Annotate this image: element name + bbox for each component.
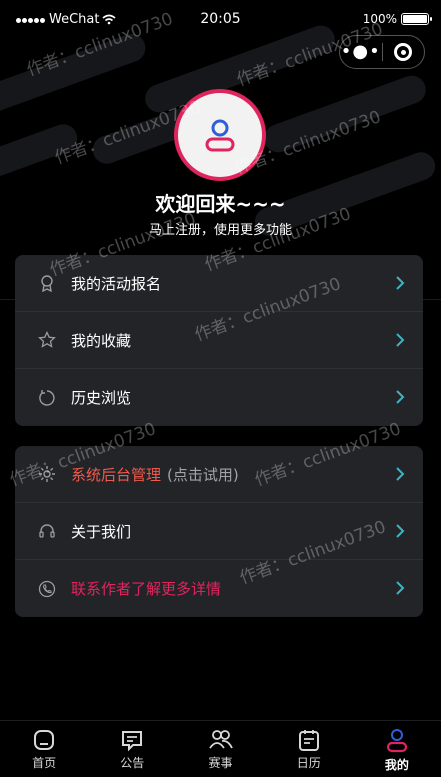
battery-percent: 100% [362,12,397,26]
mini-program-capsule: •●• [339,35,425,69]
menu-item-contact-author[interactable]: 联系作者了解更多详情 [15,560,423,617]
close-button[interactable] [382,43,424,61]
calendar-icon [298,730,319,751]
trial-note: (点击试用) [167,465,239,484]
status-bar: WeChat 20:05 100% [0,0,441,40]
tab-events[interactable]: 赛事 [176,721,264,777]
battery-icon [401,13,432,25]
history-icon [37,388,57,408]
user-icon [386,729,408,753]
menu-item-activity-signup[interactable]: 我的活动报名 [15,255,423,312]
user-icon [205,119,235,152]
tab-label: 公告 [120,756,145,770]
menu-item-label: 关于我们 [71,522,132,541]
menu-item-history[interactable]: 历史浏览 [15,369,423,426]
chevron-right-icon [396,276,405,290]
phone-icon [37,579,57,599]
chevron-right-icon [396,581,405,595]
tab-mine[interactable]: 我的 [353,721,441,777]
tab-label: 我的 [384,758,409,772]
badge-icon [37,273,57,293]
avatar[interactable] [174,89,266,181]
menu-item-favorites[interactable]: 我的收藏 [15,312,423,369]
tab-notice[interactable]: 公告 [88,721,176,777]
tab-home[interactable]: 首页 [0,721,88,777]
tab-label: 赛事 [208,756,233,770]
menu-card-personal: 我的活动报名 我的收藏 历史浏览 [15,255,423,426]
decor-band [260,71,430,157]
menu-item-label: 历史浏览 [71,389,132,407]
decor-band [0,120,82,188]
target-circle-icon [394,43,413,61]
tab-calendar[interactable]: 日历 [265,721,353,777]
menu-item-label: 我的活动报名 [71,274,162,293]
more-dots-icon[interactable]: •●• [340,37,382,67]
register-prompt[interactable]: 马上注册，使用更多功能 [0,219,441,238]
welcome-title: 欢迎回来~~~ [155,192,286,216]
tab-bar: 首页 公告 赛事 日历 我的 [0,720,441,777]
menu-item-label: 系统后台管理 [71,465,162,484]
menu-item-about[interactable]: 关于我们 [15,503,423,560]
home-icon [34,730,55,750]
tab-label: 日历 [296,756,321,770]
chevron-right-icon [396,390,405,404]
menu-item-label: 联系作者了解更多详情 [71,580,222,598]
users-icon [208,730,233,749]
chevron-right-icon [396,524,405,538]
screen: WeChat 20:05 100% •●• 欢迎回来~~~ 马上注册，使用更多功… [0,0,441,777]
chevron-right-icon [396,467,405,481]
chevron-right-icon [396,333,405,347]
menu-item-label: 我的收藏 [71,331,132,350]
menu-card-system: 系统后台管理 (点击试用) 关于我们 联系作者了解更多详情 [15,446,423,617]
tab-label: 首页 [32,756,57,770]
menu-item-admin[interactable]: 系统后台管理 (点击试用) [15,446,423,503]
message-icon [122,731,143,752]
headset-icon [37,521,57,541]
star-icon [37,330,57,350]
gear-icon [37,464,57,484]
decor-band [0,30,150,118]
